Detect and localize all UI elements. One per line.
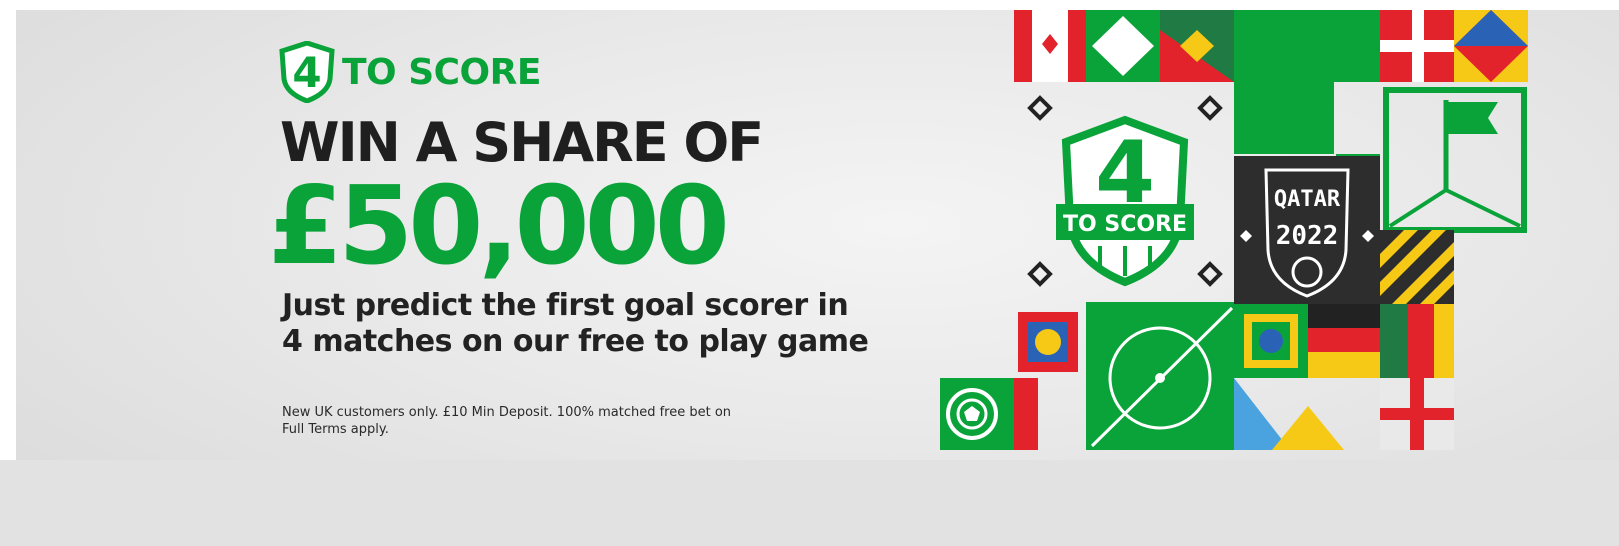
bottom-band [0,460,1619,546]
green-diamond-flag-icon [1086,10,1160,82]
corner-flag-icon [1383,87,1527,233]
qatar-label: QATAR [1274,187,1341,212]
red-green-flag-icon [1380,304,1454,378]
blue-circle-flag-icon [1018,312,1078,372]
denmark-flag-icon [1380,10,1454,82]
promo-description: Just predict the first goal scorer in 4 … [282,288,869,360]
shield-badge-icon: 4 [279,41,335,103]
terms-line-1: New UK customers only. £10 Min Deposit. … [282,405,732,420]
description-line-1: Just predict the first goal scorer in [282,288,849,323]
description-line-2: 4 matches on our free to play game [282,324,869,359]
badge-text: TO SCORE [1063,212,1187,237]
football-pitch-icon [1086,302,1234,450]
england-flag-icon [1380,378,1454,450]
nautical-flag-icon [1454,10,1528,82]
hazard-stripes [1380,230,1454,304]
terms-line-2: Full Terms apply. [282,422,389,437]
to-score-shield-icon: 4 TO SCORE [1056,115,1194,287]
prize-amount: £50,000 [268,164,730,289]
canada-flag-fragment-icon [1014,10,1086,82]
triangle-flags [1234,378,1344,450]
red-yellow-flag-icon [1160,10,1234,82]
football-flag-icon [940,378,1038,450]
brazil-flag-icon [1234,304,1308,378]
logo-text: TO SCORE [342,51,541,93]
logo-number: 4 [292,48,321,97]
germany-flag-icon [1308,304,1380,378]
qatar-2022-panel: QATAR 2022 [1234,156,1380,304]
world-cup-artwork: 4 TO SCORE QATAR 2022 [940,10,1528,450]
year-label: 2022 [1276,221,1339,251]
terms-text: New UK customers only. £10 Min Deposit. … [282,404,731,438]
four-to-score-logo: 4 TO SCORE [278,40,541,104]
